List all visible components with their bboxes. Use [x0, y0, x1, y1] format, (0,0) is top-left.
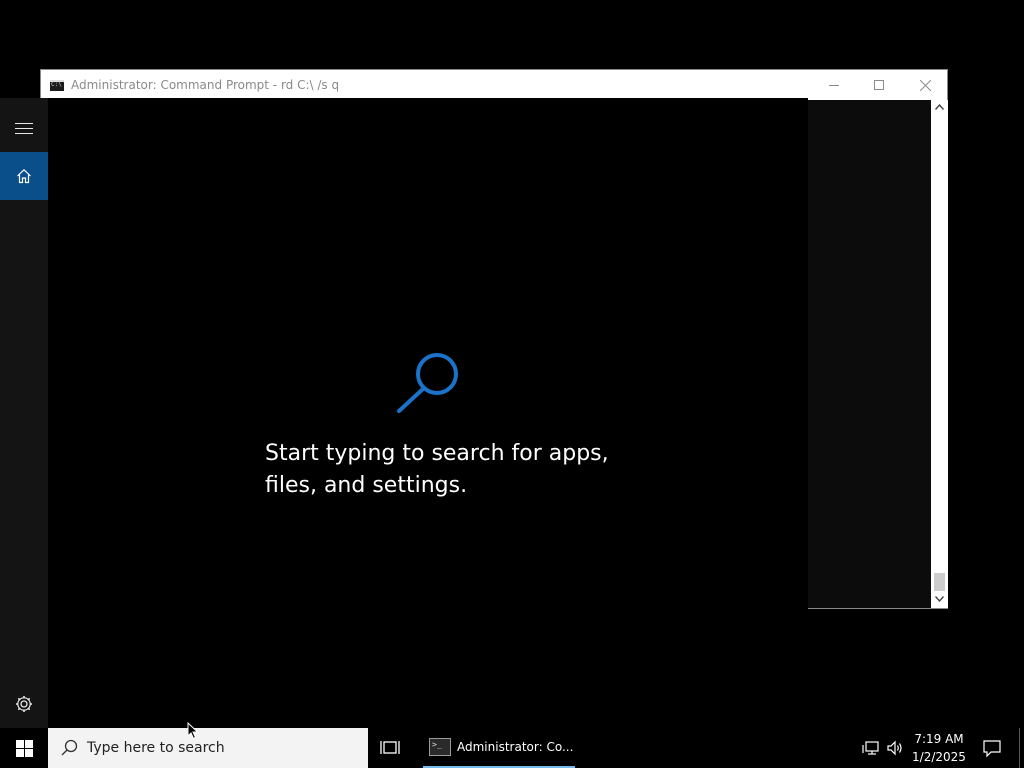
- gear-icon: [16, 696, 32, 712]
- home-button[interactable]: [0, 152, 48, 200]
- chevron-down-icon: [934, 596, 945, 603]
- volume-icon[interactable]: [886, 739, 904, 757]
- taskbar: Type here to search Administrator: Co...…: [0, 728, 1024, 768]
- taskbar-app-label: Administrator: Co...: [457, 740, 574, 754]
- maximize-button[interactable]: [856, 70, 902, 100]
- taskbar-app-command-prompt[interactable]: Administrator: Co...: [423, 728, 575, 768]
- task-view-icon[interactable]: [380, 738, 402, 758]
- search-icon: [397, 353, 458, 413]
- search-icon: [61, 739, 78, 756]
- start-button[interactable]: [0, 728, 48, 768]
- mouse-cursor-icon: [187, 722, 199, 740]
- taskbar-search-box[interactable]: Type here to search: [48, 728, 368, 768]
- close-icon: [919, 79, 931, 91]
- scrollbar-thumb[interactable]: [934, 573, 945, 591]
- clock-date: 1/2/2025: [912, 750, 966, 764]
- windows-logo-icon: [15, 739, 33, 757]
- close-button[interactable]: [902, 70, 948, 100]
- cmd-icon: [50, 79, 64, 91]
- minimize-button[interactable]: [811, 70, 857, 100]
- network-icon[interactable]: [862, 739, 880, 757]
- scroll-up-arrow[interactable]: [934, 103, 945, 113]
- search-prompt-message: Start typing to search for apps, files, …: [265, 441, 609, 498]
- home-icon: [17, 168, 31, 184]
- action-center-icon[interactable]: [982, 738, 1002, 758]
- search-placeholder: Type here to search: [87, 740, 225, 756]
- maximize-icon: [874, 80, 884, 90]
- start-left-rail: [0, 98, 48, 728]
- system-clock[interactable]: 7:19 AM 1/2/2025: [908, 730, 970, 766]
- cmd-icon: [429, 738, 451, 756]
- window-title: Administrator: Command Prompt - rd C:\ /…: [71, 78, 340, 92]
- minimize-icon: [829, 84, 839, 86]
- vertical-scrollbar[interactable]: [931, 100, 948, 608]
- clock-time: 7:19 AM: [914, 732, 964, 746]
- window-titlebar[interactable]: Administrator: Command Prompt - rd C:\ /…: [41, 70, 947, 100]
- chevron-up-icon: [934, 103, 945, 110]
- start-search-pane: Start typing to search for apps, files, …: [0, 98, 808, 728]
- hamburger-icon[interactable]: [15, 123, 33, 135]
- settings-button[interactable]: [14, 694, 34, 714]
- show-desktop-button[interactable]: [1019, 728, 1020, 768]
- scroll-down-arrow[interactable]: [934, 595, 945, 605]
